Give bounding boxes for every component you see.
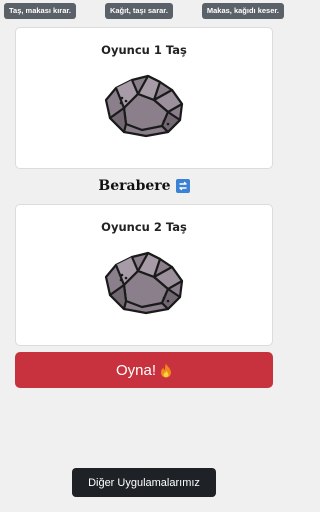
result-text: Berabere (0, 178, 288, 194)
player1-card: Oyuncu 1 Taş (15, 27, 273, 169)
repeat-icon (175, 179, 190, 193)
result-label: Berabere (98, 178, 171, 194)
rule-badge-scissors[interactable]: Makas, kağıdı keser. (201, 3, 284, 19)
play-button[interactable]: Oyna! (15, 352, 273, 388)
player1-title: Oyuncu 1 Taş (101, 43, 187, 57)
rule-badge-rock[interactable]: Taş, makası kırar. (4, 3, 76, 19)
player2-title: Oyuncu 2 Taş (101, 220, 187, 234)
other-apps-button[interactable]: Diğer Uygulamalarımız (72, 468, 216, 497)
rock-icon (104, 74, 184, 138)
play-button-label: Oyna! (115, 361, 157, 379)
other-apps-label: Diğer Uygulamalarımız (88, 476, 200, 489)
rules-bar: Taş, makası kırar. Kağıt, taşı sarar. Ma… (0, 3, 288, 19)
rule-badge-paper[interactable]: Kağıt, taşı sarar. (104, 3, 173, 19)
fire-icon (161, 363, 172, 377)
rock-icon (104, 251, 184, 315)
player2-card: Oyuncu 2 Taş (15, 204, 273, 346)
